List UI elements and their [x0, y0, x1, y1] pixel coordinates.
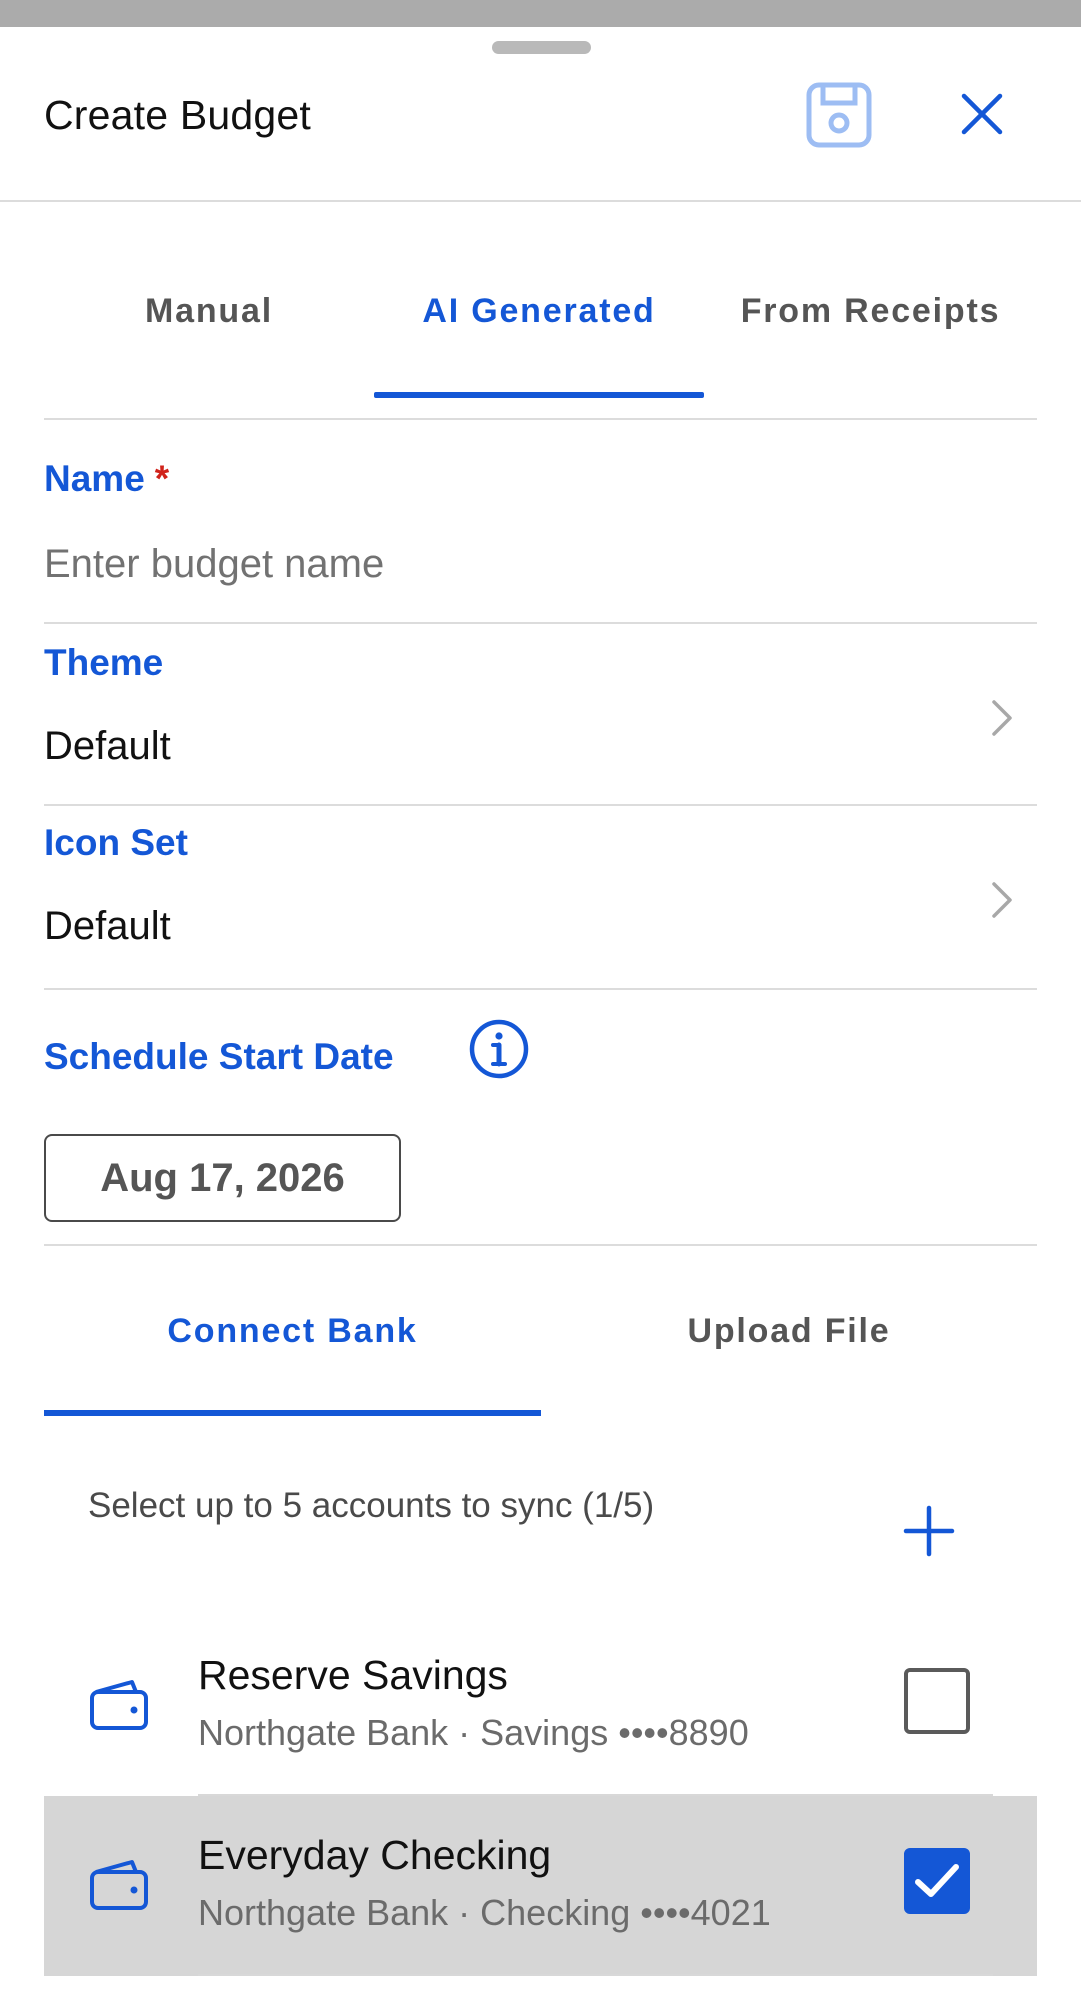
name-label: Name * [44, 458, 170, 499]
schedule-start-date-label: Schedule Start Date [44, 1036, 394, 1077]
account-checkbox[interactable] [904, 1848, 970, 1914]
sync-instructions: Select up to 5 accounts to sync (1/5) [88, 1486, 655, 1525]
data-source-tabs: Connect Bank Upload File [44, 1246, 1037, 1416]
account-row-everyday-checking[interactable]: Everyday Checking Northgate Bank · Check… [44, 1796, 1037, 1976]
close-icon [961, 93, 1003, 135]
budget-name-input[interactable] [44, 536, 944, 592]
icon-set-value: Default [44, 904, 171, 948]
account-detail: Northgate Bank · Savings ••••8890 [198, 1712, 749, 1753]
wallet-icon [90, 1680, 148, 1730]
tab-manual[interactable]: Manual [44, 252, 374, 418]
tab-ai-generated[interactable]: AI Generated [374, 252, 704, 418]
name-field: Name * [44, 420, 1037, 624]
sheet-header: Create Budget [0, 60, 1081, 202]
chevron-right-icon [987, 696, 1017, 740]
tab-label: From Receipts [740, 292, 1001, 330]
icon-set-label: Icon Set [44, 822, 188, 863]
account-detail: Northgate Bank · Checking ••••4021 [198, 1892, 771, 1933]
theme-field[interactable]: Theme Default [44, 624, 1037, 806]
tab-label: Connect Bank [167, 1312, 418, 1350]
status-bar-strip [0, 0, 1081, 27]
tab-label: Upload File [687, 1312, 891, 1350]
sync-instructions-row: Select up to 5 accounts to sync (1/5) [44, 1416, 1037, 1586]
active-tab-indicator [374, 392, 704, 398]
tab-from-receipts[interactable]: From Receipts [704, 252, 1037, 418]
schedule-start-date-section: Schedule Start Date Aug 17, 2026 [44, 990, 1037, 1246]
wallet-icon [90, 1860, 148, 1910]
plus-icon [903, 1505, 955, 1557]
theme-value: Default [44, 724, 171, 768]
row-divider [198, 1974, 993, 1976]
account-name: Everyday Checking [198, 1832, 552, 1878]
close-button[interactable] [950, 82, 1014, 146]
tab-label: Manual [145, 292, 273, 330]
save-button[interactable] [802, 78, 876, 152]
info-icon[interactable] [468, 1018, 530, 1080]
tab-upload-file[interactable]: Upload File [541, 1246, 1037, 1416]
tab-connect-bank[interactable]: Connect Bank [44, 1246, 541, 1416]
tab-label: AI Generated [422, 292, 656, 330]
required-indicator: * [154, 458, 170, 499]
add-account-button[interactable] [894, 1496, 964, 1566]
checkmark-icon [915, 1864, 959, 1897]
sheet-grabber-handle[interactable] [492, 41, 591, 54]
account-checkbox[interactable] [904, 1668, 970, 1734]
creation-mode-tabs: Manual AI Generated From Receipts [44, 252, 1037, 420]
account-name: Reserve Savings [198, 1652, 508, 1698]
account-row-reserve-savings[interactable]: Reserve Savings Northgate Bank · Savings… [44, 1616, 1037, 1796]
save-icon [806, 82, 872, 148]
schedule-start-date-button[interactable]: Aug 17, 2026 [44, 1134, 401, 1222]
page-title: Create Budget [44, 92, 311, 138]
theme-label: Theme [44, 642, 164, 683]
chevron-right-icon [987, 878, 1017, 922]
icon-set-field[interactable]: Icon Set Default [44, 806, 1037, 990]
